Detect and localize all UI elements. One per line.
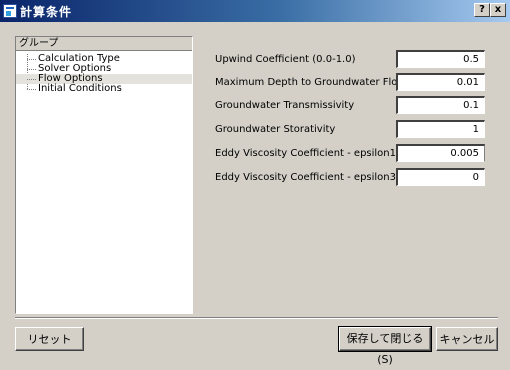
field-row-storativity: Groundwater Storativity [215,119,486,141]
close-button[interactable]: x [490,3,506,17]
tree-item-label: Initial Conditions [38,83,122,94]
field-row-max-depth: Maximum Depth to Groundwater Flow [215,72,486,94]
max-depth-label: Maximum Depth to Groundwater Flow [215,77,406,88]
epsilon1-input[interactable] [396,144,485,162]
help-button[interactable]: ? [474,3,490,17]
app-icon [3,4,17,18]
field-row-transmissivity: Groundwater Transmissivity [215,95,486,117]
storativity-input[interactable] [396,120,485,138]
max-depth-input[interactable] [396,73,485,91]
upwind-coefficient-input[interactable] [396,50,485,68]
tree-list: Calculation Type Solver Options Flow Opt… [16,54,192,94]
epsilon3-label: Eddy Viscosity Coefficient - epsilon3 [215,172,397,183]
epsilon3-input[interactable] [396,168,485,186]
field-row-upwind-coefficient: Upwind Coefficient (0.0-1.0) [215,49,486,71]
window-title: 計算条件 [20,4,73,19]
transmissivity-input[interactable] [396,96,485,114]
tree-header: グループ [16,37,192,51]
footer-separator [15,317,498,319]
storativity-label: Groundwater Storativity [215,124,336,135]
field-row-epsilon3: Eddy Viscosity Coefficient - epsilon3 [215,167,486,189]
tree-item-initial-conditions[interactable]: Initial Conditions [16,84,192,94]
cancel-button[interactable]: キャンセル [436,327,498,351]
field-row-epsilon1: Eddy Viscosity Coefficient - epsilon1 [215,143,486,165]
upwind-coefficient-label: Upwind Coefficient (0.0-1.0) [215,54,356,65]
group-tree-panel: グループ Calculation Type Solver Options Flo… [15,36,193,314]
title-bar: 計算条件 ? x [0,0,510,22]
save-and-close-button[interactable]: 保存して閉じる(S) [338,326,432,366]
reset-button[interactable]: リセット [15,327,84,351]
epsilon1-label: Eddy Viscosity Coefficient - epsilon1 [215,148,397,159]
transmissivity-label: Groundwater Transmissivity [215,100,355,111]
